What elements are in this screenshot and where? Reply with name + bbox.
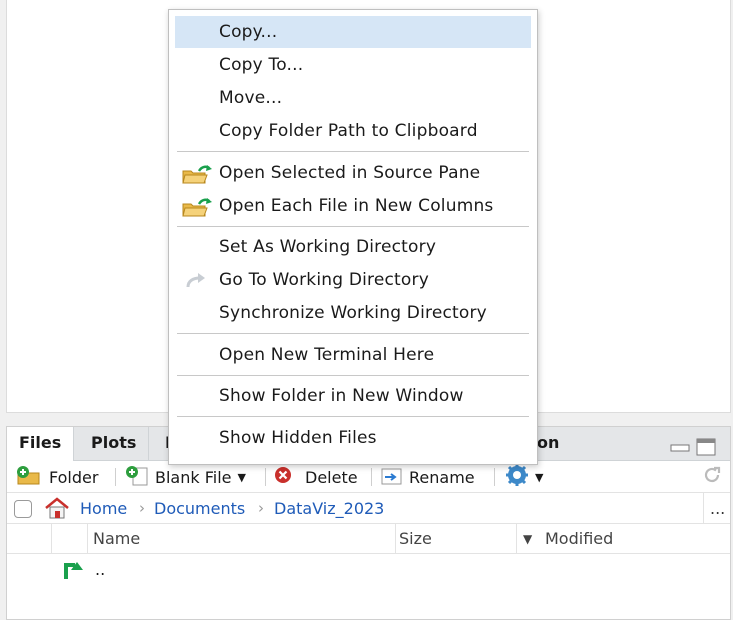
blank-file-label: Blank File [155,467,232,487]
delete-button[interactable]: Delete [273,461,358,493]
gear-icon [505,463,529,491]
menu-divider [177,226,529,227]
menu-item-set-working-directory[interactable]: Set As Working Directory [175,231,531,263]
menu-divider [177,416,529,417]
chevron-down-icon: ▼ [237,470,246,484]
column-size[interactable]: Size [399,524,432,554]
menu-item-label: Open Each File in New Columns [219,196,494,216]
menu-item-show-folder-new-window[interactable]: Show Folder in New Window [175,380,531,412]
column-divider [395,524,396,554]
column-name[interactable]: Name [93,524,140,554]
rename-label: Rename [409,467,475,487]
parent-directory-link[interactable]: .. [95,560,105,579]
menu-item-open-each-file-new-columns[interactable]: Open Each File in New Columns [175,190,531,222]
menu-item-copy[interactable]: Copy... [175,16,531,48]
table-row[interactable]: .. [7,557,730,585]
go-to-directory-button[interactable]: ... [710,493,725,524]
breadcrumb-dataviz[interactable]: DataViz_2023 [274,493,384,524]
rename-button[interactable]: Rename [379,461,475,493]
chevron-right-icon: › [139,499,145,517]
blank-file-button[interactable]: Blank File ▼ [125,461,246,493]
new-folder-icon [15,464,43,490]
tab-plots[interactable]: Plots [79,427,150,461]
toolbar-divider [371,468,372,486]
menu-item-open-selected-in-source[interactable]: Open Selected in Source Pane [175,157,531,189]
toolbar-divider [265,468,266,486]
minimize-icon[interactable] [669,437,691,457]
menu-item-open-terminal[interactable]: Open New Terminal Here [175,339,531,371]
file-list-header: Name Size ▼ Modified [7,524,730,554]
menu-divider [177,333,529,334]
breadcrumb-home[interactable]: Home [80,493,127,524]
home-icon[interactable] [43,496,71,524]
refresh-button[interactable] [701,461,723,493]
refresh-icon [701,464,723,490]
menu-item-copy-to[interactable]: Copy To... [175,49,531,81]
menu-item-go-to-working-directory[interactable]: Go To Working Directory [175,264,531,296]
menu-divider [177,151,529,152]
menu-item-label: Open Selected in Source Pane [219,163,481,183]
new-blank-file-icon [125,464,149,490]
menu-item-show-hidden-files[interactable]: Show Hidden Files [175,422,531,454]
column-divider [51,524,52,554]
chevron-right-icon: › [258,499,264,517]
breadcrumb: Home › Documents › DataViz_2023 ... [7,493,730,524]
parent-directory-icon [61,557,83,585]
maximize-icon[interactable] [695,437,717,461]
delete-label: Delete [305,467,358,487]
delete-icon [273,465,293,489]
divider [703,493,704,524]
new-folder-label: Folder [49,467,99,487]
rename-icon [379,464,403,490]
chevron-down-icon: ▼ [535,470,544,484]
files-toolbar: Folder Blank File ▼ Delete Rename ▼ [7,461,730,493]
context-menu: Copy... Copy To... Move... Copy Folder P… [168,9,538,465]
menu-item-copy-folder-path[interactable]: Copy Folder Path to Clipboard [175,115,531,147]
folder-open-icon [181,196,215,229]
column-divider [87,524,88,554]
menu-item-synchronize-working-directory[interactable]: Synchronize Working Directory [175,297,531,329]
menu-divider [177,375,529,376]
tab-files[interactable]: Files [7,427,75,462]
menu-item-label: Go To Working Directory [219,270,429,290]
more-settings-button[interactable]: ▼ [505,461,543,493]
new-folder-button[interactable]: Folder [15,461,98,493]
breadcrumb-documents[interactable]: Documents [154,493,245,524]
select-all-checkbox[interactable] [14,500,32,518]
sort-desc-icon: ▼ [523,532,533,546]
toolbar-divider [115,468,116,486]
column-modified[interactable]: Modified [545,524,613,554]
column-divider [516,524,517,554]
toolbar-divider [494,468,495,486]
menu-item-move[interactable]: Move... [175,82,531,114]
